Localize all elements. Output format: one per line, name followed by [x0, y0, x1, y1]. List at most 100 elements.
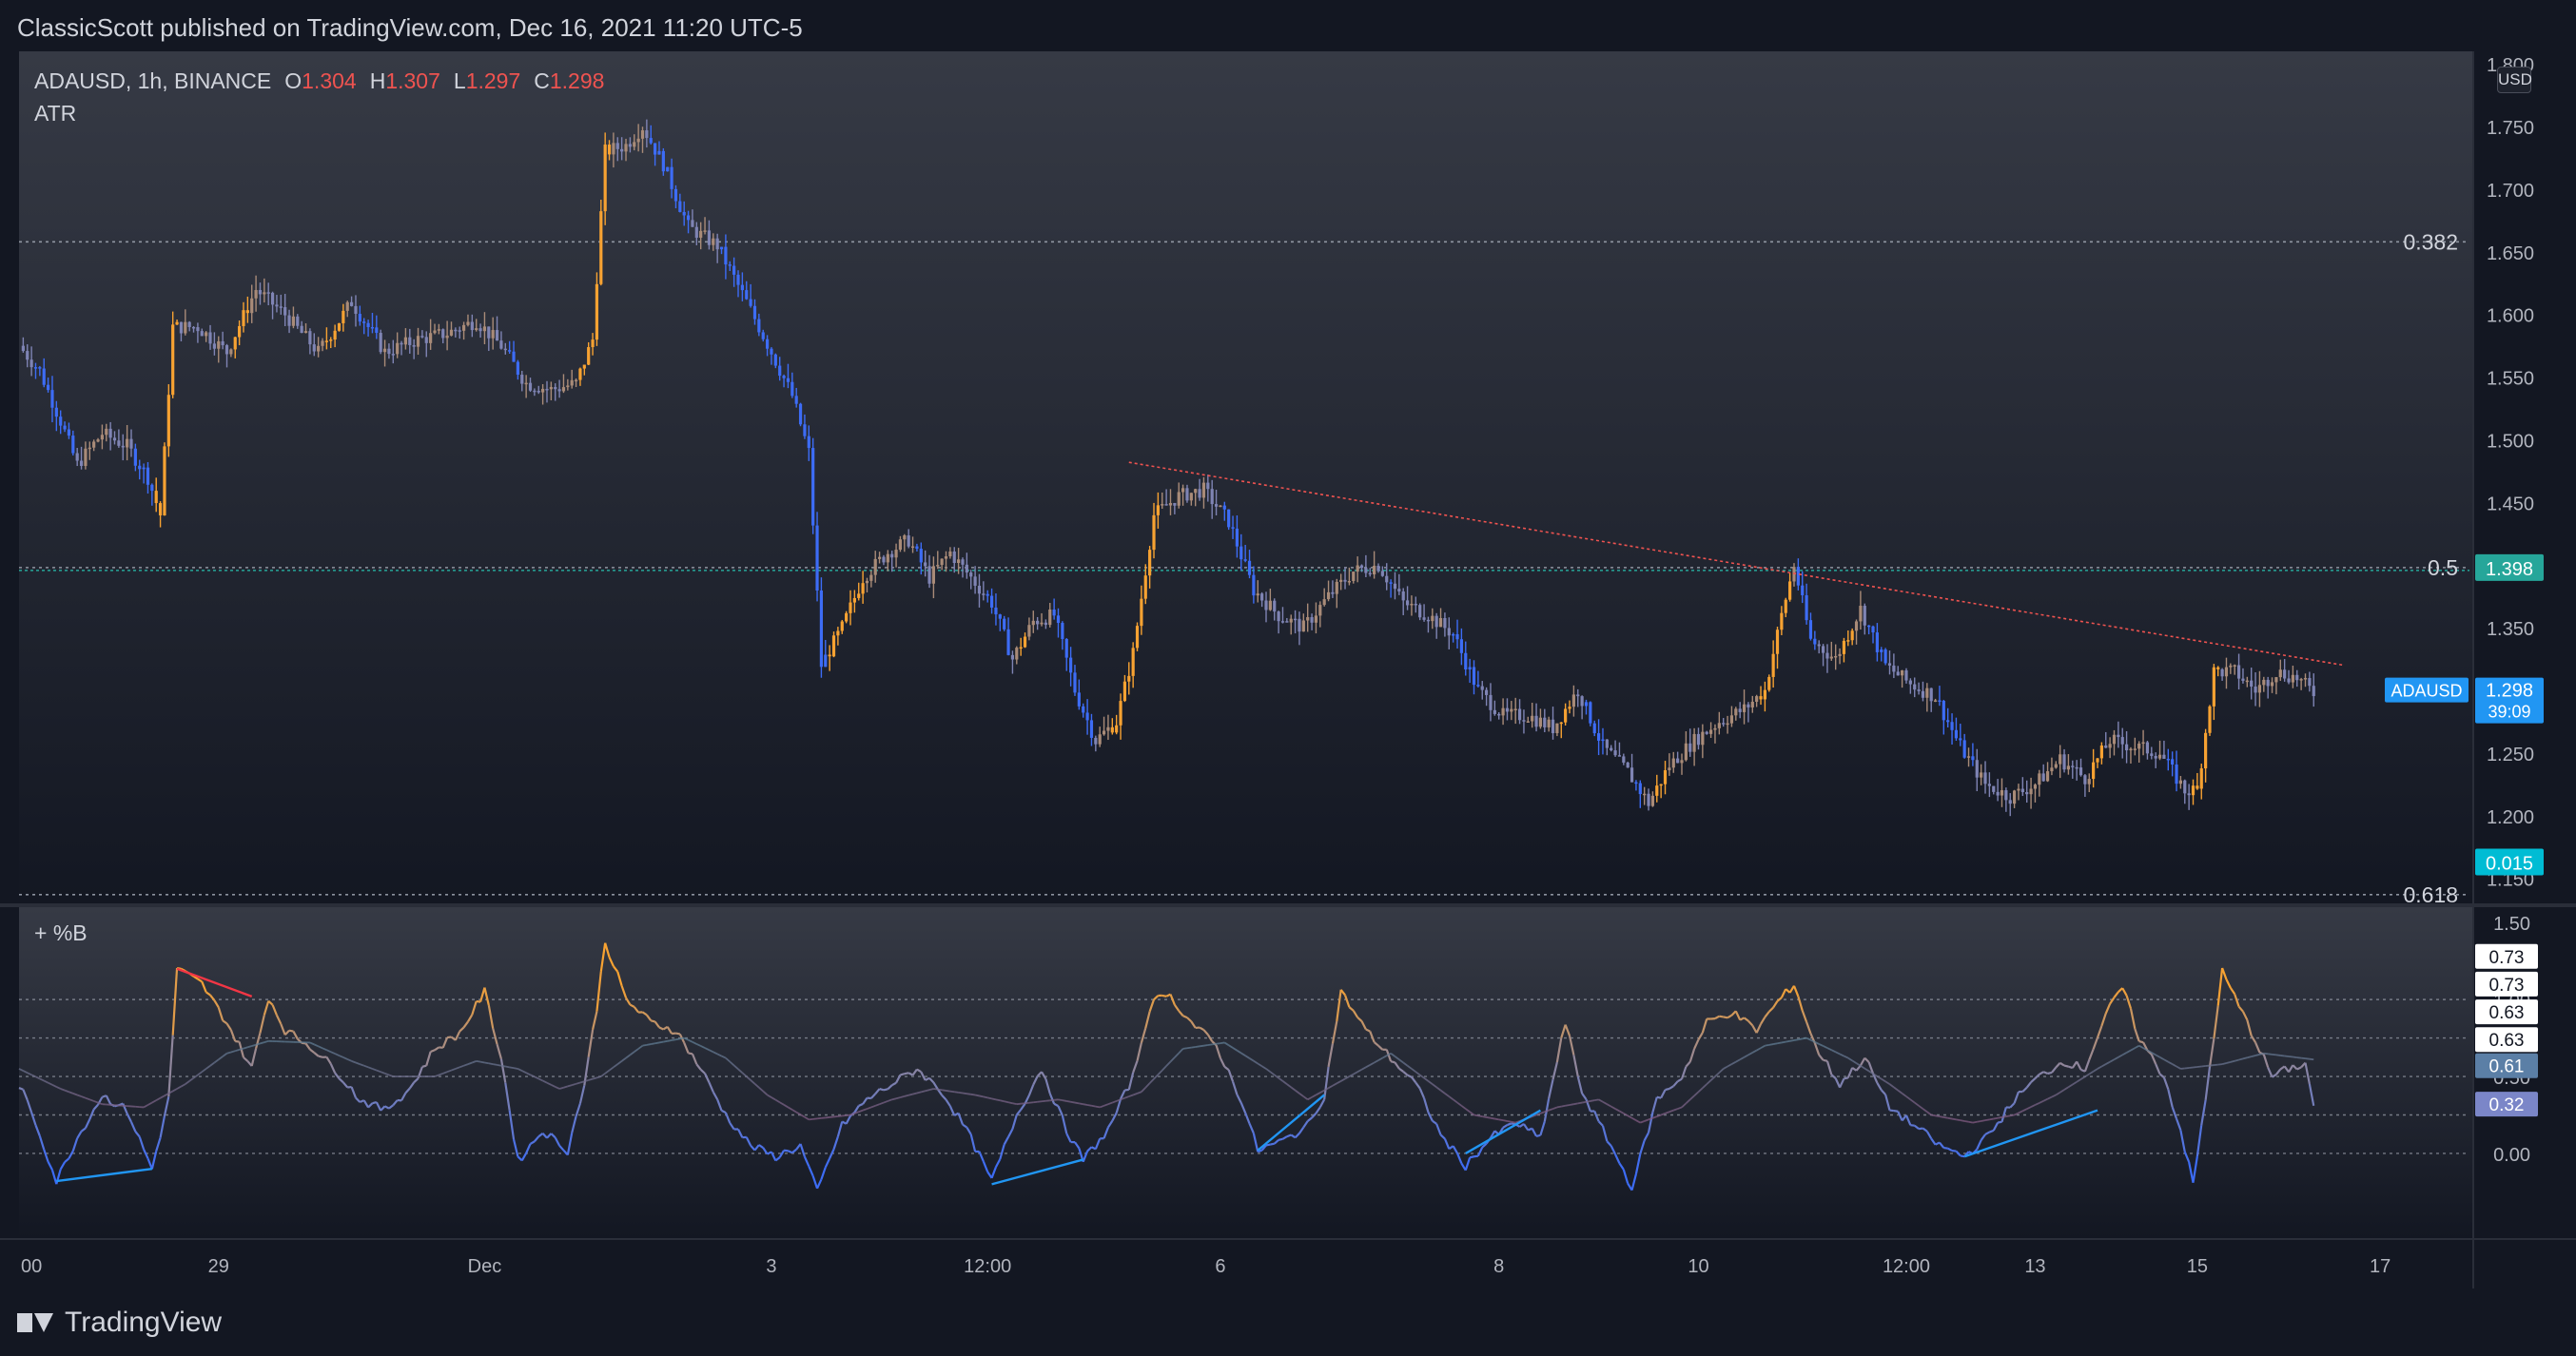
candle-body: [1131, 648, 1135, 676]
candle-body: [2216, 667, 2220, 669]
candle-body: [1950, 722, 1954, 730]
candle-body: [2108, 744, 2112, 748]
percent-b-basis-segment: [2247, 1056, 2252, 1059]
candle-body: [1447, 628, 1451, 636]
candle-body: [1235, 528, 1239, 547]
candle-body: [1243, 559, 1247, 561]
price-label-text: 0.015: [2486, 854, 2533, 875]
candle-body: [582, 364, 586, 369]
percent-b-basis-segment: [2296, 1056, 2302, 1059]
percent-b-basis-segment: [1012, 1102, 1017, 1106]
candle-body: [283, 306, 287, 316]
candle-body: [1256, 593, 1259, 596]
candle-body: [628, 144, 632, 147]
candle-body: [1933, 700, 1938, 702]
candle-body: [1185, 488, 1189, 501]
candle-body: [1771, 653, 1775, 677]
percent-b-basis-segment: [1768, 1043, 1774, 1046]
open-label: O: [284, 68, 302, 93]
candle-body: [1813, 638, 1817, 645]
percent-b-line-segment: [1161, 994, 1167, 998]
percent-b-basis-segment: [1220, 1041, 1225, 1044]
candle-body: [1298, 618, 1301, 632]
candle-body: [1875, 632, 1879, 652]
low-label: L: [453, 68, 466, 93]
candle-body: [578, 368, 582, 380]
percent-b-basis-segment: [1789, 1039, 1795, 1042]
percent-b-basis-segment: [970, 1093, 976, 1096]
candle-body: [636, 138, 640, 143]
percent-b-basis-segment: [500, 1064, 506, 1068]
candle-body: [1883, 649, 1887, 664]
candle-body: [849, 602, 852, 613]
currency-button[interactable]: USD: [2497, 67, 2532, 93]
publish-line: ClassicScott published on TradingView.co…: [17, 13, 803, 42]
candle-body: [1422, 617, 1426, 620]
candle-body: [2112, 734, 2117, 745]
percent-b-basis-segment: [1199, 1044, 1204, 1048]
candle-body: [2133, 748, 2137, 750]
candle-body: [691, 220, 694, 227]
candle-body: [752, 305, 757, 320]
candle-body: [1705, 731, 1708, 734]
candle-body: [1571, 694, 1575, 707]
candle-body: [121, 445, 125, 448]
percent-b-indicator-label[interactable]: + %B: [34, 920, 88, 946]
percent-b-basis-segment: [509, 1066, 515, 1070]
candle-body: [1626, 762, 1630, 768]
time-tick-label: 29: [208, 1256, 229, 1277]
candle-body: [1389, 582, 1393, 584]
candle-body: [1750, 702, 1754, 707]
candle-body: [33, 367, 38, 369]
candle-body: [1726, 723, 1729, 726]
candle-body: [666, 166, 670, 172]
candle-body: [1135, 626, 1140, 649]
candle-body: [1127, 675, 1131, 682]
percent-b-line-segment: [1390, 1060, 1395, 1064]
candle-body: [1414, 603, 1417, 606]
percent-b-line-segment: [1469, 1155, 1474, 1159]
chart-canvas[interactable]: 0.3820.50.618 1.8001.7501.7001.6501.6001…: [0, 0, 2576, 1356]
time-tick-label: 6: [1215, 1256, 1225, 1277]
percent-b-basis-segment: [2234, 1058, 2239, 1062]
candle-body: [703, 230, 707, 232]
candle-body: [1634, 782, 1638, 785]
candle-body: [612, 143, 615, 155]
percent-b-line-segment: [675, 1032, 681, 1036]
candle-body: [2092, 762, 2096, 780]
candle-body: [1568, 707, 1571, 709]
candle-body: [329, 339, 333, 341]
percent-b-basis-segment: [563, 1085, 569, 1089]
percent-b-basis-segment: [1781, 1040, 1786, 1044]
atr-indicator-label[interactable]: ATR: [34, 101, 76, 126]
percent-b-line-segment: [1473, 1154, 1479, 1158]
candle-body: [466, 321, 470, 325]
candle-body: [570, 379, 574, 386]
candle-body: [275, 304, 279, 307]
percent-b-line-segment: [2063, 1064, 2069, 1068]
percent-b-line-segment: [1943, 1146, 1948, 1150]
percent-b-line-segment: [421, 1064, 427, 1068]
candle-body: [1280, 621, 1285, 623]
candle-body: [1959, 738, 1962, 741]
percent-b-basis-segment: [1212, 1042, 1217, 1046]
candle-body: [1485, 689, 1489, 695]
percent-b-value-text: 0.61: [2489, 1057, 2525, 1077]
fib-level-label: 0.382: [2403, 229, 2458, 254]
percent-b-basis-segment: [667, 1039, 673, 1042]
percent-b-basis-segment: [1931, 1114, 1936, 1117]
candle-body: [1668, 767, 1671, 771]
time-tick-label: 13: [2024, 1256, 2045, 1277]
candle-body: [379, 333, 382, 353]
percent-b-basis-segment: [2010, 1114, 2015, 1117]
percent-b-basis-segment: [239, 1047, 244, 1051]
price-tick-label: 1.550: [2487, 369, 2534, 390]
candle-body: [403, 337, 408, 345]
candle-body: [761, 332, 765, 339]
candle-body: [1231, 527, 1235, 529]
time-axis[interactable]: 00 29 Dec 3 12:00 6 8 10 12:00 13 15 17: [21, 1256, 2391, 1277]
percent-b-basis-segment: [1561, 1104, 1566, 1108]
percent-b-basis-segment: [671, 1038, 676, 1041]
candle-body: [1222, 505, 1226, 510]
candle-body: [1597, 733, 1601, 741]
